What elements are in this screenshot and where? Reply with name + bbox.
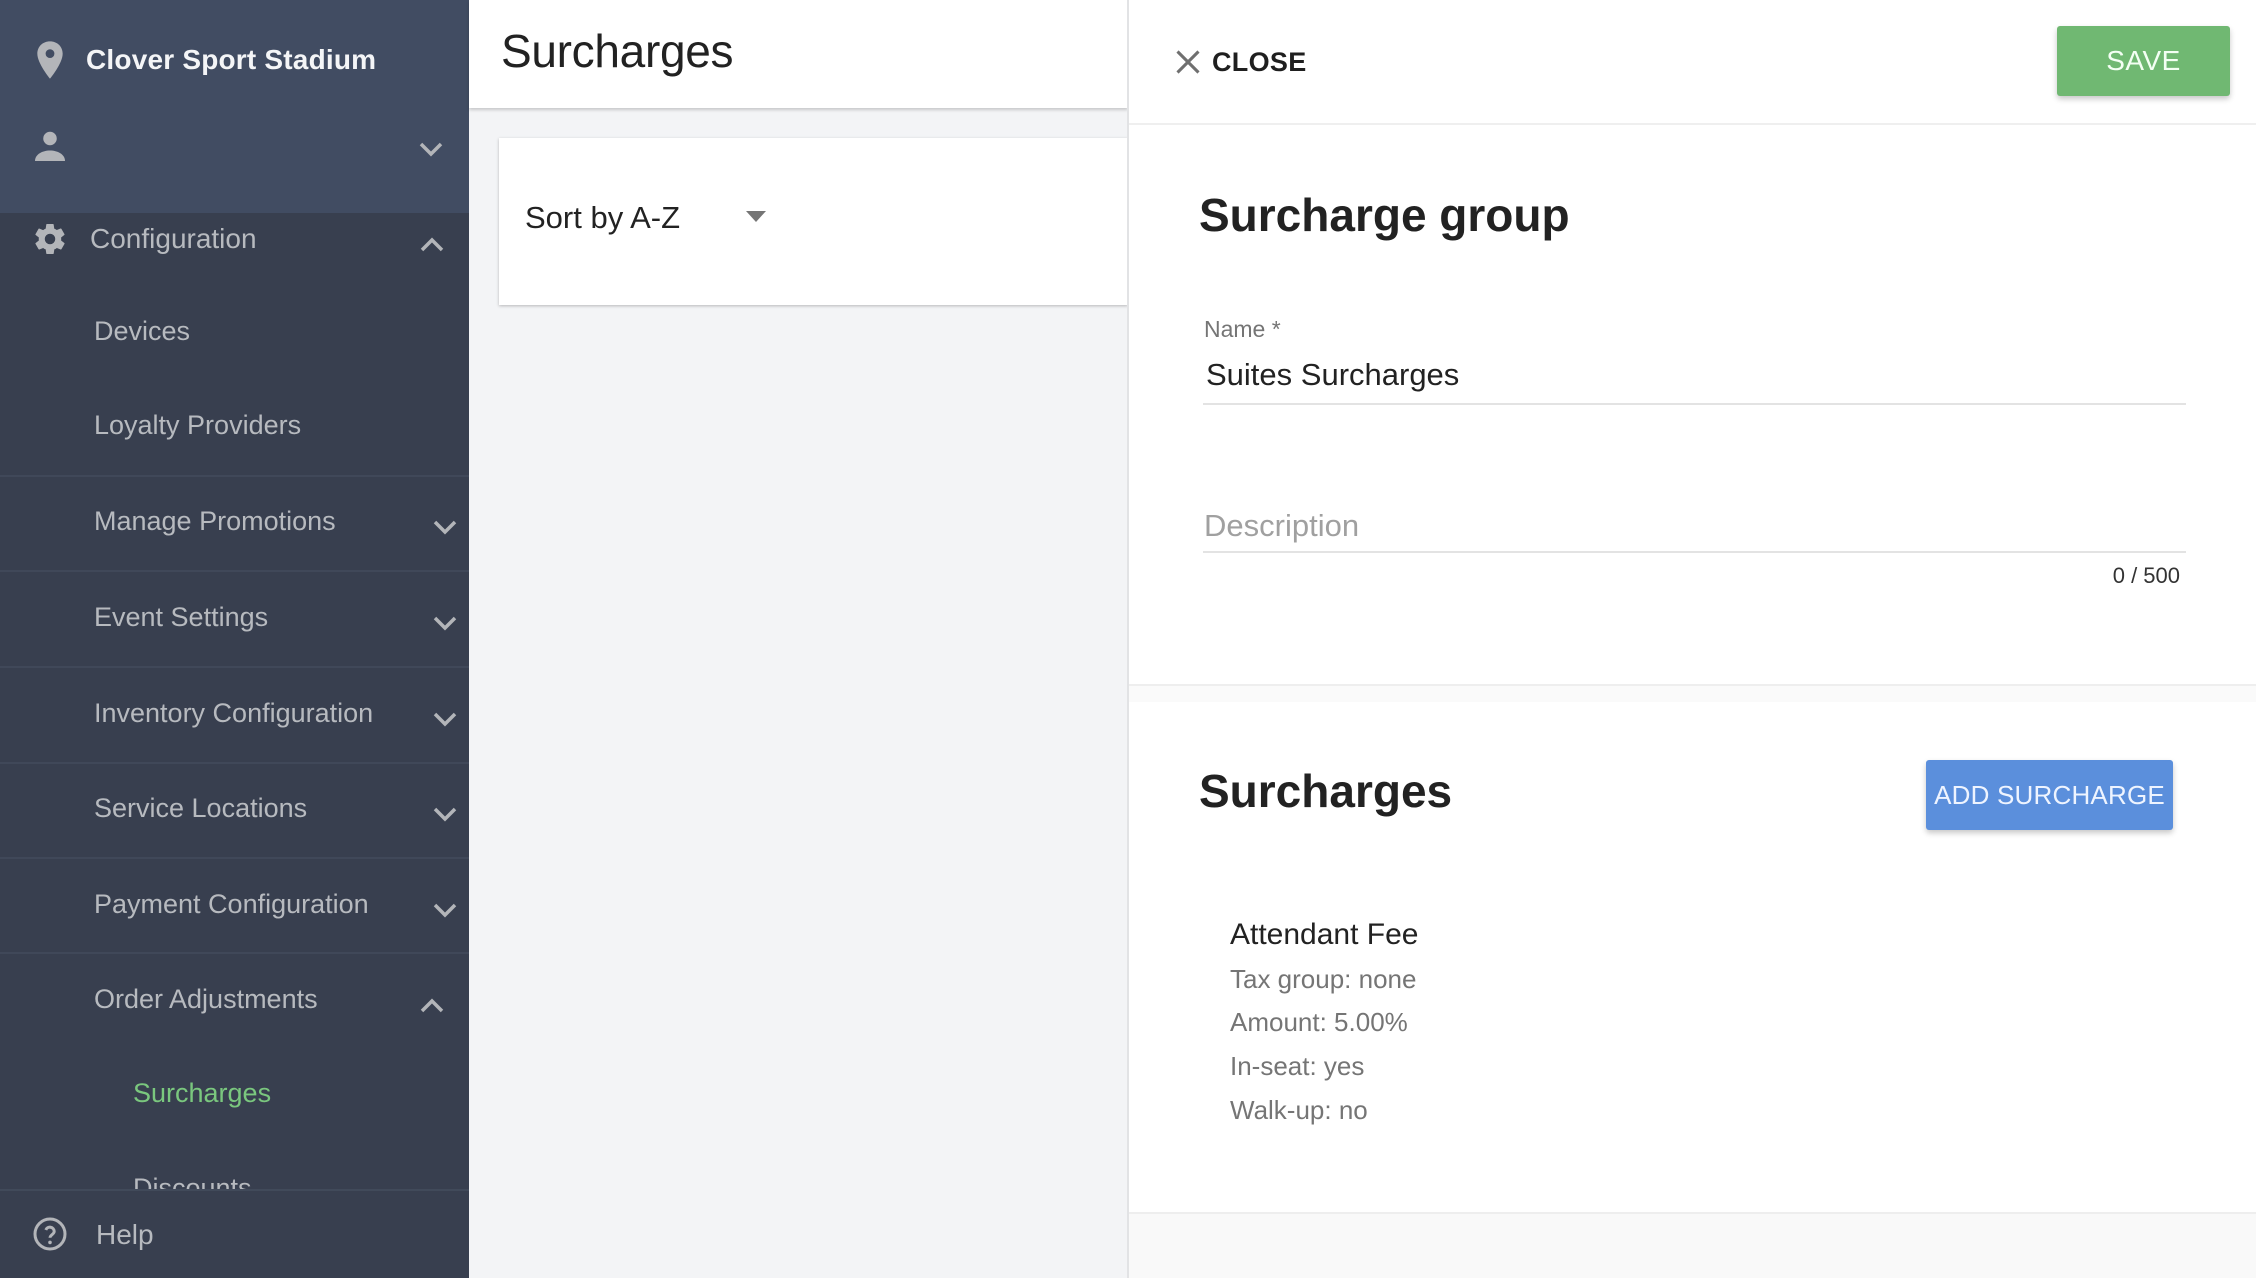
surcharge-list-item[interactable]: Attendant Fee Tax group: none Amount: 5.… <box>1230 918 2130 1138</box>
close-button[interactable]: CLOSE <box>1174 42 1307 82</box>
sidebar-item-event-settings[interactable]: Event Settings <box>0 572 469 667</box>
sidebar-header: Clover Sport Stadium <box>0 0 469 213</box>
section-title-surcharge-group: Surcharge group <box>1199 189 1570 241</box>
section-divider <box>1129 684 2256 702</box>
close-label: CLOSE <box>1212 46 1307 77</box>
sidebar-item-loyalty-providers[interactable]: Loyalty Providers <box>0 380 469 475</box>
dropdown-arrow-icon <box>746 211 766 222</box>
sidebar-item-payment-configuration[interactable]: Payment Configuration <box>0 859 469 954</box>
chevron-down-icon[interactable] <box>418 140 444 158</box>
sidebar-item-label: Order Adjustments <box>94 984 318 1014</box>
sidebar-item-label: Configuration <box>90 223 257 254</box>
sidebar-item-configuration[interactable]: Configuration <box>0 213 469 273</box>
name-field-label: Name * <box>1204 316 1281 342</box>
chevron-down-icon <box>433 807 457 822</box>
chevron-up-icon <box>420 237 444 252</box>
name-input[interactable] <box>1203 354 2186 396</box>
location-pin-icon <box>37 41 63 79</box>
help-circle-icon <box>33 1217 67 1251</box>
add-surcharge-button[interactable]: ADD SURCHARGE <box>1926 760 2173 830</box>
surcharge-walk-up: Walk-up: no <box>1230 1095 1368 1125</box>
sidebar: Clover Sport Stadium Configuration Devic… <box>0 0 469 1278</box>
sidebar-item-label: Surcharges <box>133 1078 272 1108</box>
sidebar-item-label: Payment Configuration <box>94 889 369 919</box>
venue-name: Clover Sport Stadium <box>86 44 377 75</box>
description-input[interactable] <box>1203 505 2186 547</box>
sidebar-item-manage-promotions[interactable]: Manage Promotions <box>0 476 469 571</box>
name-field: Name * <box>1203 316 2186 405</box>
sidebar-subitem-discounts[interactable]: Discounts <box>0 1155 469 1189</box>
surcharge-amount: Amount: 5.00% <box>1230 1007 1408 1037</box>
sort-dropdown[interactable]: Sort by A-Z <box>525 190 785 250</box>
sidebar-item-label: Devices <box>94 316 191 346</box>
sidebar-item-label: Discounts <box>133 1173 252 1189</box>
page-title: Surcharges <box>501 25 734 77</box>
close-icon <box>1176 50 1200 74</box>
chevron-down-icon <box>433 616 457 631</box>
surcharge-name: Attendant Fee <box>1230 918 1419 951</box>
person-icon <box>35 131 65 161</box>
surcharge-group-editor: CLOSE SAVE Surcharge group Name * 0 / 50… <box>1127 0 2256 1278</box>
section-title-surcharges: Surcharges <box>1199 765 1453 817</box>
sidebar-item-service-locations[interactable]: Service Locations <box>0 763 469 858</box>
sidebar-subitem-surcharges[interactable]: Surcharges <box>0 1048 469 1143</box>
sidebar-item-inventory-configuration[interactable]: Inventory Configuration <box>0 668 469 763</box>
venue-selector[interactable]: Clover Sport Stadium <box>0 26 469 90</box>
gear-icon <box>35 224 65 255</box>
sidebar-item-label: Event Settings <box>94 602 269 632</box>
chevron-down-icon <box>433 712 457 727</box>
chevron-down-icon <box>433 903 457 918</box>
save-button[interactable]: SAVE <box>2057 26 2230 96</box>
sidebar-item-help[interactable]: Help <box>0 1189 469 1278</box>
sidebar-item-order-adjustments[interactable]: Order Adjustments <box>0 954 469 1049</box>
sidebar-item-label: Loyalty Providers <box>94 410 302 440</box>
sidebar-item-label: Manage Promotions <box>94 506 336 536</box>
editor-toolbar: CLOSE SAVE <box>1129 0 2256 125</box>
surcharge-in-seat: In-seat: yes <box>1230 1051 1365 1081</box>
help-label: Help <box>96 1219 154 1250</box>
section-divider <box>1129 1212 2256 1278</box>
surcharge-tax-group: Tax group: none <box>1230 964 1417 994</box>
description-field <box>1203 505 2186 553</box>
user-menu[interactable] <box>0 118 469 182</box>
sort-selected-value: Sort by A-Z <box>525 200 681 235</box>
sort-card: Sort by A-Z <box>499 138 1128 305</box>
description-char-counter: 0 / 500 <box>2112 563 2180 588</box>
chevron-up-icon <box>420 998 444 1013</box>
surcharges-list-panel: Surcharges Sort by A-Z <box>469 0 1128 1278</box>
page-header: Surcharges <box>469 0 1128 108</box>
sidebar-item-devices[interactable]: Devices <box>0 286 469 381</box>
sidebar-item-label: Service Locations <box>94 793 308 823</box>
sidebar-item-label: Inventory Configuration <box>94 698 374 728</box>
chevron-down-icon <box>433 520 457 535</box>
